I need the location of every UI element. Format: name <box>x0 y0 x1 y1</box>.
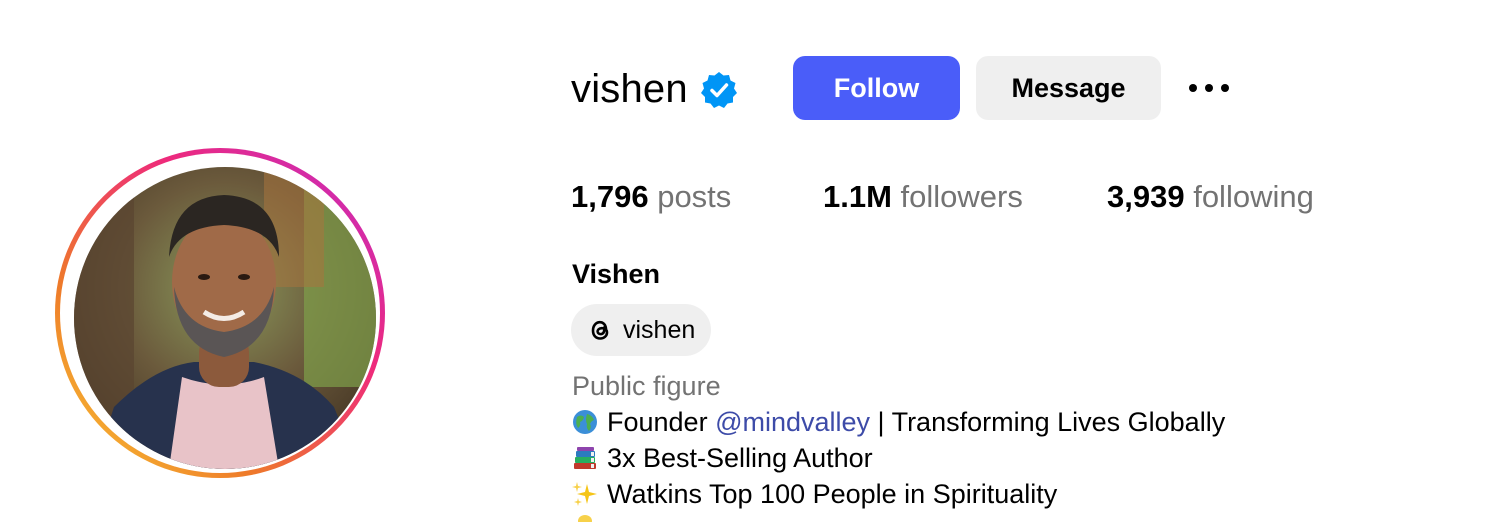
bio-line: 3x Best-Selling Author <box>571 440 873 476</box>
bio-line: Founder @mindvalley | Transforming Lives… <box>571 404 1225 440</box>
avatar-photo <box>74 167 376 469</box>
posts-label: posts <box>657 179 732 214</box>
bio-text: Watkins Top 100 People in Spirituality <box>607 479 1058 509</box>
following-link[interactable]: 3,939 following <box>1107 176 1314 218</box>
username: vishen <box>571 67 688 111</box>
followers-link[interactable]: 1.1M followers <box>823 176 1023 218</box>
threads-icon <box>591 320 609 340</box>
following-number: 3,939 <box>1107 179 1185 214</box>
bio-text: | Transforming Lives Globally <box>870 407 1226 437</box>
posts-number: 1,796 <box>571 179 649 214</box>
bio-line: Watkins Top 100 People in Spirituality <box>571 476 1057 512</box>
bio-text: 3x Best-Selling Author <box>607 443 873 473</box>
more-options-icon[interactable] <box>1183 78 1235 98</box>
avatar-gap <box>60 153 380 473</box>
mention-link[interactable]: @mindvalley <box>715 404 870 440</box>
follow-button[interactable]: Follow <box>793 56 960 120</box>
message-button[interactable]: Message <box>976 56 1161 120</box>
following-label: following <box>1193 179 1314 214</box>
posts-count: 1,796 posts <box>571 176 731 218</box>
bio-next-line-emoji-icon <box>578 515 592 522</box>
followers-label: followers <box>900 179 1023 214</box>
globe-emoji-icon <box>571 408 599 436</box>
bio-text: Founder <box>607 407 716 437</box>
followers-number: 1.1M <box>823 179 892 214</box>
sparkles-emoji-icon <box>571 480 599 508</box>
threads-link[interactable]: vishen <box>571 304 711 356</box>
full-name: Vishen <box>572 259 661 289</box>
avatar[interactable] <box>74 167 376 469</box>
books-emoji-icon <box>571 444 599 472</box>
verified-badge-icon <box>701 72 737 108</box>
category-label: Public figure <box>572 371 721 401</box>
story-ring[interactable] <box>55 148 385 478</box>
threads-handle: vishen <box>623 316 696 344</box>
